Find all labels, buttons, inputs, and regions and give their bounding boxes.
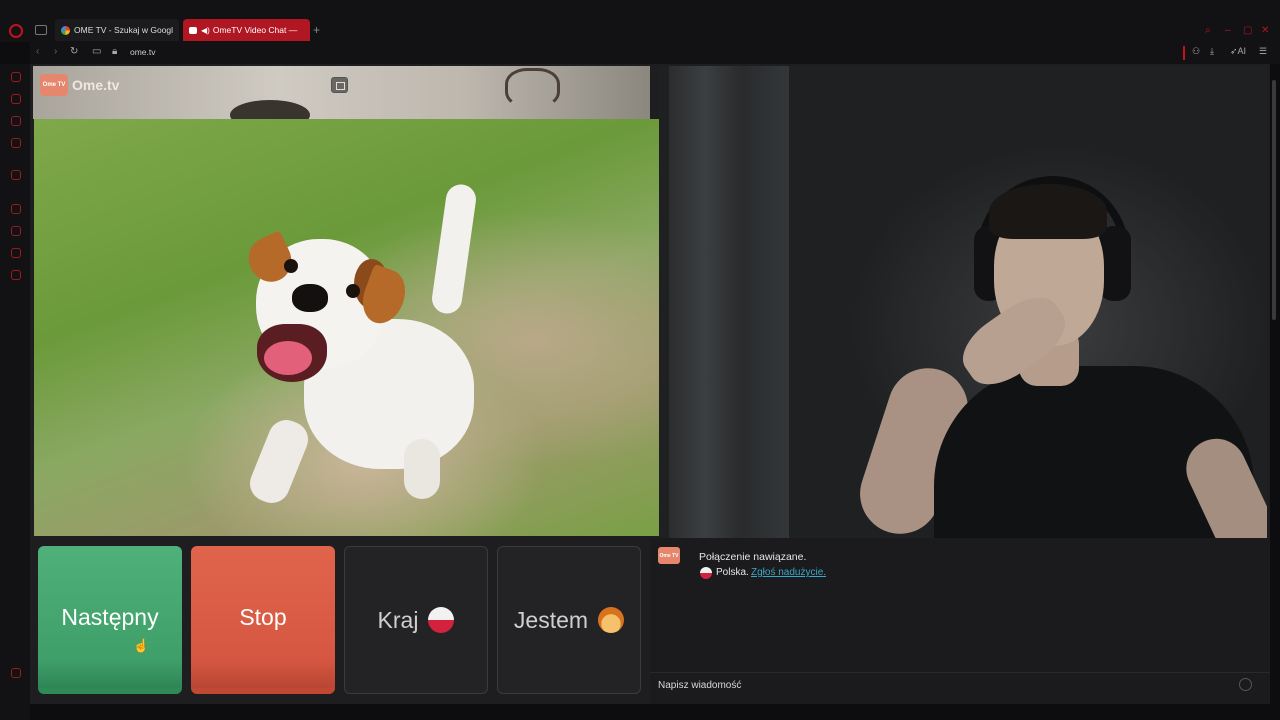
url-field[interactable]: ome.tv bbox=[130, 47, 156, 57]
logo-tv-icon: Ome TV bbox=[40, 74, 68, 96]
sidebar-whatsapp-icon[interactable] bbox=[11, 170, 21, 180]
next-button[interactable]: Następny bbox=[38, 546, 182, 694]
sidebar-player-icon[interactable] bbox=[11, 248, 21, 258]
dog-eye bbox=[284, 259, 298, 273]
person-hair bbox=[989, 184, 1107, 239]
speaker-icon[interactable]: ◀) bbox=[201, 26, 210, 35]
poland-flag-icon bbox=[428, 607, 455, 633]
ometv-favicon-icon bbox=[189, 26, 197, 34]
next-label: Następny bbox=[61, 603, 159, 630]
ometv-chat-logo-icon: Ome TV bbox=[658, 547, 680, 564]
curtain bbox=[669, 66, 789, 538]
dog-tongue bbox=[264, 341, 312, 375]
dog-tail bbox=[430, 182, 478, 316]
tab-google-search[interactable]: OME TV - Szukaj w Googl bbox=[55, 19, 179, 41]
connection-status: Połączenie nawiązane. bbox=[699, 551, 807, 563]
stranger-video-feed bbox=[659, 66, 1267, 538]
browser-sidebar bbox=[0, 64, 30, 720]
sidebar-aria-icon[interactable] bbox=[11, 72, 21, 82]
google-favicon-icon bbox=[61, 25, 70, 35]
country-filter-button[interactable]: Kraj bbox=[344, 546, 488, 694]
dog-nose bbox=[292, 284, 328, 312]
sidebar-history-icon[interactable] bbox=[11, 204, 21, 214]
tab-label: OME TV - Szukaj w Googl bbox=[74, 25, 174, 35]
maximize-icon[interactable]: ▢ bbox=[1243, 25, 1252, 36]
page-scrollbar[interactable] bbox=[1272, 80, 1276, 320]
stop-button[interactable]: Stop bbox=[191, 546, 335, 694]
dog-leg bbox=[404, 439, 440, 499]
ometv-logo[interactable]: Ome TV Ome.tv bbox=[40, 74, 119, 96]
extension-divider bbox=[1183, 46, 1185, 60]
download-icon[interactable]: ⤓ bbox=[1210, 46, 1214, 57]
tab-overview-icon[interactable] bbox=[35, 25, 47, 35]
emoji-icon[interactable] bbox=[1239, 678, 1252, 691]
close-icon[interactable]: ✕ bbox=[1261, 25, 1269, 36]
person-emoji-icon bbox=[598, 607, 625, 633]
back-icon[interactable]: ‹ bbox=[36, 46, 39, 57]
address-bar bbox=[30, 42, 1280, 64]
sidebar-instagram-icon[interactable] bbox=[11, 138, 21, 148]
sidebar-workspace-icon[interactable] bbox=[11, 94, 21, 104]
poland-flag-icon bbox=[700, 567, 712, 579]
minimize-icon[interactable]: – bbox=[1225, 25, 1231, 36]
chat-message-input[interactable] bbox=[650, 672, 1270, 698]
lock-icon[interactable]: 🔒︎ bbox=[112, 46, 117, 57]
search-tabs-icon[interactable]: ⌕ bbox=[1205, 25, 1211, 36]
stop-label: Stop bbox=[239, 603, 287, 630]
camera-background-cable bbox=[505, 68, 560, 108]
camera-permission-icon[interactable]: ▭ bbox=[92, 46, 101, 57]
tab-ometv[interactable]: ◀) OmeTV Video Chat — bbox=[183, 19, 310, 41]
gender-select-button[interactable]: Jestem bbox=[497, 546, 641, 694]
vpn-icon[interactable]: ⚇ bbox=[1192, 46, 1200, 57]
forward-icon[interactable]: › bbox=[54, 46, 57, 57]
reload-icon[interactable]: ↻ bbox=[70, 46, 78, 57]
stranger-country: Polska. bbox=[716, 567, 749, 578]
opera-logo-icon[interactable] bbox=[9, 24, 23, 38]
tab-label: OmeTV Video Chat — bbox=[212, 25, 298, 35]
aria-ai-button[interactable]: ➶AI bbox=[1230, 46, 1246, 57]
sidebar-more-icon[interactable] bbox=[11, 668, 21, 678]
country-label: Kraj bbox=[377, 606, 419, 633]
dog-eye bbox=[346, 284, 360, 298]
gender-label: Jestem bbox=[513, 606, 589, 633]
report-abuse-link[interactable]: Zgłoś nadużycie. bbox=[751, 567, 826, 578]
sidebar-bookmarks-icon[interactable] bbox=[11, 226, 21, 236]
new-tab-button[interactable]: + bbox=[313, 23, 320, 37]
menu-icon[interactable]: ☰ bbox=[1259, 46, 1267, 57]
logo-text: Ome.tv bbox=[72, 77, 120, 93]
sidebar-messenger-icon[interactable] bbox=[11, 116, 21, 126]
mouse-pointer-icon: ☝ bbox=[133, 638, 150, 653]
virtual-camera-dog-video bbox=[34, 119, 659, 536]
sidebar-settings-icon[interactable] bbox=[11, 270, 21, 280]
dog-leg bbox=[244, 414, 314, 509]
popout-video-icon[interactable] bbox=[331, 77, 348, 93]
ai-label: AI bbox=[1237, 46, 1247, 56]
